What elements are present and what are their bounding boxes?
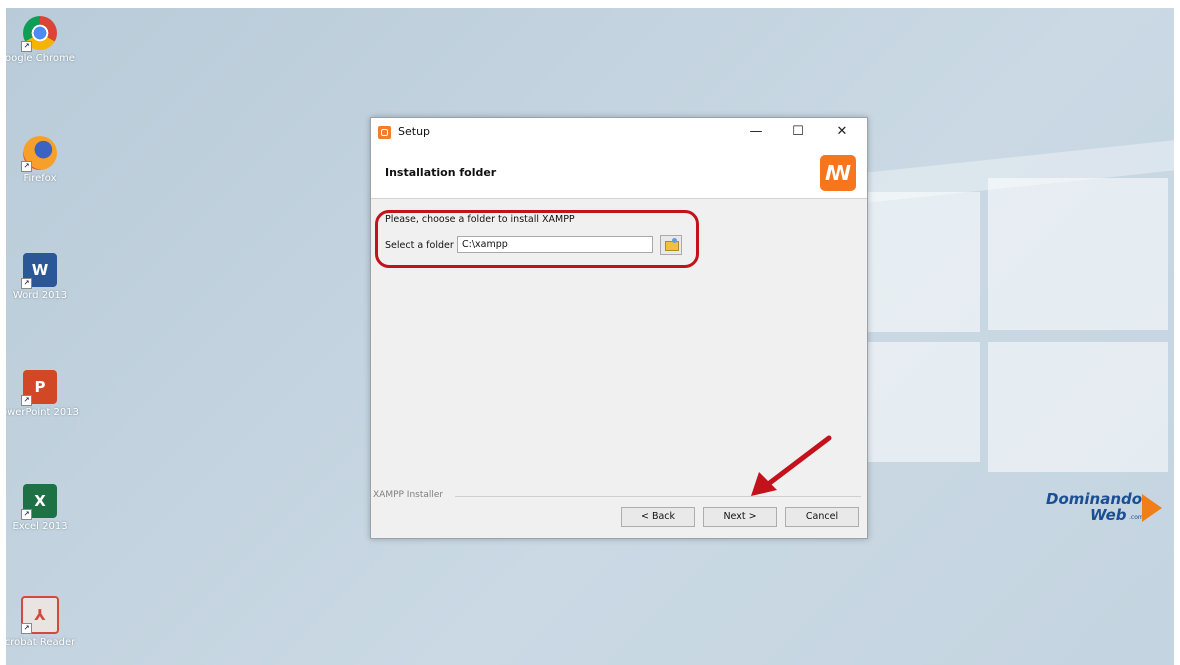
powerpoint-icon: P ↗: [21, 370, 57, 406]
chrome-icon: ↗: [21, 16, 57, 52]
wallpaper-pane-bottom-right: [988, 342, 1168, 472]
next-button[interactable]: Next >: [703, 507, 777, 527]
dominando-web-logo: Dominando Web .com: [1042, 490, 1170, 526]
xampp-logo-icon: ꟿ: [820, 155, 856, 191]
title-bar[interactable]: Setup — ☐ ✕: [371, 118, 867, 148]
window-title: Setup: [398, 125, 431, 138]
maximize-button[interactable]: ☐: [783, 122, 813, 142]
page-title: Installation folder: [385, 166, 497, 179]
desktop-icon-firefox[interactable]: ↗ Firefox: [6, 136, 80, 184]
wallpaper-pane-bottom-left: [868, 342, 980, 462]
desktop-icon-chrome[interactable]: ↗ oogle Chrome: [6, 16, 80, 64]
excel-icon: X ↗: [21, 484, 57, 520]
firefox-icon: ↗: [21, 136, 57, 172]
footer-label: XAMPP Installer: [373, 490, 444, 500]
desktop-icon-word[interactable]: W ↗ Word 2013: [6, 253, 80, 301]
desktop-icon-excel[interactable]: X ↗ Excel 2013: [6, 484, 80, 532]
back-button[interactable]: < Back: [621, 507, 695, 527]
desktop-icon-powerpoint[interactable]: P ↗ owerPoint 2013: [6, 370, 80, 418]
close-button[interactable]: ✕: [827, 122, 857, 142]
xampp-app-icon: [378, 126, 391, 139]
cancel-button[interactable]: Cancel: [785, 507, 859, 527]
annotation-highlight: [375, 210, 699, 268]
minimize-button[interactable]: —: [741, 122, 771, 142]
word-icon: W ↗: [21, 253, 57, 289]
acrobat-icon: ⅄ ↗: [21, 596, 59, 634]
wallpaper-pane-top-right: [988, 178, 1168, 330]
desktop-icon-acrobat[interactable]: ⅄ ↗ crobat Reader: [6, 596, 80, 648]
annotation-arrow-icon: [751, 435, 832, 496]
wallpaper-pane-top-left: [868, 192, 980, 332]
chevron-right-icon: [1142, 494, 1162, 522]
